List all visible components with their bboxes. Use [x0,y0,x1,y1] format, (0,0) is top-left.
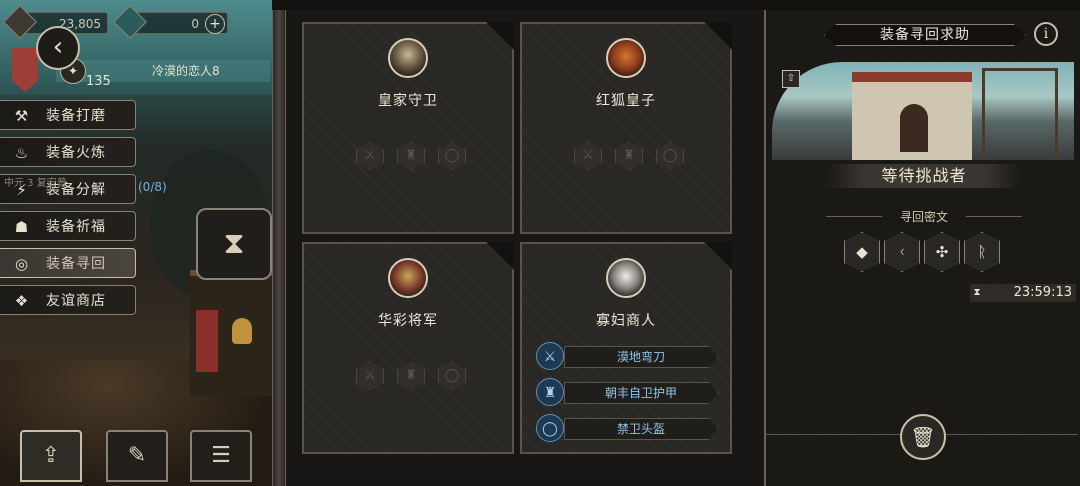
menu-label: 装备寻回 [46,256,106,272]
fox-icon: ❖ [14,292,30,310]
weapon-slot-icon: ⚔ [574,142,602,170]
feather-button[interactable]: ✎ [106,430,168,482]
royal-guard-portrait [388,38,428,78]
red-banner [196,310,218,372]
menu-item-pray[interactable]: ☗ 装备祈福 [0,211,136,241]
rune-3-icon: ✣ [924,232,960,272]
helmet-slot-icon: ◯ [438,362,466,390]
armor-slot-icon: ♜ [615,142,643,170]
hourglass-button[interactable]: ⧗ [196,208,272,280]
trash-button[interactable]: 🗑 [900,414,946,460]
progress-counter: (0/8) [138,180,167,194]
card-corner [704,242,732,270]
panel-title: 装备寻回求助 [824,24,1026,46]
add-gem-button[interactable]: + [205,14,225,34]
equipment-item-armor[interactable]: ♜ 朝丰自卫护甲 [536,378,720,406]
cipher-subtitle: 寻回密文 [826,208,1022,225]
red-fox-prince-portrait [606,38,646,78]
side-menu: ⚒ 装备打磨 ♨ 装备火炼 ⚡ 装备分解 ☗ 装备祈福 ◎ 装备寻回 ❖ 友谊商… [0,100,136,322]
panel-divider [272,10,286,486]
gem-value: 0 [191,17,199,31]
menu-item-retrieve[interactable]: ◎ 装备寻回 [0,248,136,278]
hammer-icon: ⚒ [14,107,30,125]
sword-icon: ⚔ [536,342,564,370]
item-label: 禁卫头盔 [564,418,718,440]
rune-1-icon: ◆ [844,232,880,272]
upload-button[interactable]: ⇪ [20,430,82,482]
info-button[interactable]: i [1034,22,1058,46]
menu-item-polish[interactable]: ⚒ 装备打磨 [0,100,136,130]
retrieve-help-panel: 装备寻回求助 i ⇧ 等待挑战者 寻回密文 ◆ ᚲ ✣ ᚱ ⧗ 23:59:13… [764,10,1080,486]
timer-value: 23:59:13 [1013,285,1072,300]
card-royal-guard[interactable]: 皇家守卫 ⚔ ♜ ◯ [302,22,514,234]
weapon-slot-icon: ⚔ [356,142,384,170]
upload-arrow-icon[interactable]: ⇧ [782,70,800,88]
resource-bar: 23,805 0 + [0,5,240,39]
challenger-cards: 皇家守卫 ⚔ ♜ ◯ 红狐皇子 ⚔ ♜ ◯ 华彩将军 ⚔ ♜ ◯ 寡妇商人 ⚔ … [286,10,764,486]
splendid-general-portrait [388,258,428,298]
menu-label: 装备祈福 [46,219,106,235]
menu-label: 装备火炼 [46,145,106,161]
card-splendid-general[interactable]: 华彩将军 ⚔ ♜ ◯ [302,242,514,454]
card-name: 红狐皇子 [596,93,656,109]
bell-icon [232,318,252,344]
pray-icon: ☗ [14,218,30,236]
weapon-slot-icon: ⚔ [356,362,384,390]
list-button[interactable]: ☰ [190,430,252,482]
armor-slot-icon: ♜ [397,142,425,170]
player-level: 135 [86,74,111,89]
armor-icon: ♜ [536,378,564,406]
menu-label: 装备打磨 [46,108,106,124]
scaffold-illustration [982,68,1058,160]
card-red-fox-prince[interactable]: 红狐皇子 ⚔ ♜ ◯ [520,22,732,234]
card-name: 华彩将军 [378,313,438,329]
hourglass-icon: ⧗ [970,284,984,302]
rune-2-icon: ᚲ [884,232,920,272]
countdown-timer: ⧗ 23:59:13 [970,284,1076,302]
helmet-slot-icon: ◯ [438,142,466,170]
helmet-slot-icon: ◯ [656,142,684,170]
player-name: 冷漠的恋人8 [152,64,220,78]
card-name: 寡妇商人 [596,313,656,329]
widow-merchant-portrait [606,258,646,298]
door-illustration [900,104,928,152]
item-label: 朝丰自卫护甲 [564,382,718,404]
menu-label: 友谊商店 [46,293,106,309]
armor-slot-icon: ♜ [397,362,425,390]
equipment-item-weapon[interactable]: ⚔ 漠地弯刀 [536,342,720,370]
flame-icon: ♨ [14,144,30,162]
card-corner [486,22,514,50]
item-label: 漠地弯刀 [564,346,718,368]
equipment-item-helmet[interactable]: ◯ 禁卫头盔 [536,414,720,442]
card-corner [704,22,732,50]
helmet-icon: ◯ [536,414,564,442]
menu-item-forge[interactable]: ♨ 装备火炼 [0,137,136,167]
status-label: 等待挑战者 [826,164,1022,188]
town-scene-image [772,62,1074,160]
card-widow-merchant[interactable]: 寡妇商人 ⚔ 漠地弯刀 ♜ 朝丰自卫护甲 ◯ 禁卫头盔 [520,242,732,454]
obscured-text: 中元 3 复宏普 [4,178,67,189]
rune-4-icon: ᚱ [964,232,1000,272]
menu-item-friend-shop[interactable]: ❖ 友谊商店 [0,285,136,315]
card-corner [486,242,514,270]
card-name: 皇家守卫 [378,93,438,109]
back-button[interactable]: ‹ [36,26,80,70]
retrieve-icon: ◎ [14,255,30,273]
